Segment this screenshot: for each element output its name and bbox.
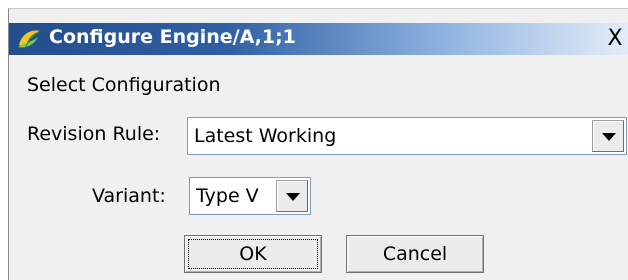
- cancel-button[interactable]: Cancel: [346, 235, 484, 273]
- ok-button[interactable]: OK: [184, 235, 322, 273]
- revision-rule-value: Latest Working: [194, 125, 337, 147]
- variant-label: Variant:: [92, 185, 166, 207]
- chevron-down-icon[interactable]: [592, 120, 624, 152]
- teamcenter-logo-icon: [18, 30, 41, 48]
- window-title: Configure Engine/A,1;1: [49, 26, 296, 48]
- revision-rule-label: Revision Rule:: [27, 123, 161, 145]
- section-heading: Select Configuration: [27, 74, 221, 96]
- title-bar[interactable]: Configure Engine/A,1;1 X: [9, 23, 628, 55]
- close-button[interactable]: X: [601, 26, 628, 52]
- chevron-down-icon[interactable]: [276, 180, 308, 212]
- variant-value: Type V: [196, 185, 259, 207]
- variant-select[interactable]: Type V: [189, 177, 311, 215]
- revision-rule-select[interactable]: Latest Working: [187, 117, 627, 155]
- configure-dialog: Configure Engine/A,1;1 X Select Configur…: [8, 8, 628, 280]
